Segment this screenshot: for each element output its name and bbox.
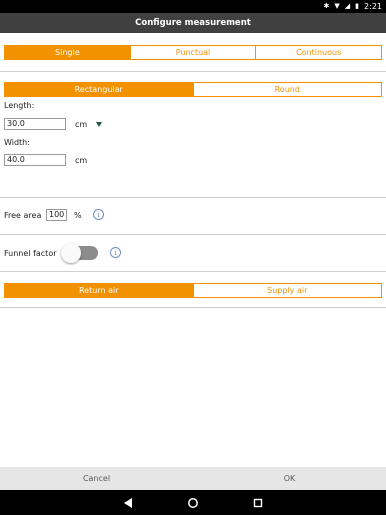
free-area-unit: %: [74, 211, 82, 220]
funnel-factor-info-icon[interactable]: i: [110, 247, 121, 258]
back-icon[interactable]: [121, 496, 135, 510]
ok-button[interactable]: OK: [193, 467, 386, 490]
recents-icon[interactable]: [251, 496, 265, 510]
free-area-info-icon[interactable]: i: [93, 209, 104, 220]
divider: [0, 71, 386, 72]
battery-icon: ▮: [355, 2, 360, 10]
funnel-factor-label: Funnel factor: [4, 249, 57, 258]
length-label: Length:: [4, 101, 35, 110]
home-icon[interactable]: [186, 496, 200, 510]
navigation-bar: [0, 490, 386, 515]
width-input[interactable]: 40.0: [4, 154, 66, 166]
free-area-label: Free area: [4, 211, 42, 220]
funnel-factor-toggle[interactable]: [61, 243, 98, 263]
wifi-icon: ▼: [334, 2, 340, 10]
mode-selector: Single Punctual Continuous: [4, 45, 382, 60]
free-area-input[interactable]: 100: [46, 209, 67, 221]
air-selector: Return air Supply air: [4, 283, 382, 298]
tab-continuous[interactable]: Continuous: [256, 46, 382, 59]
tab-return-air[interactable]: Return air: [5, 284, 194, 297]
width-unit: cm: [75, 156, 88, 165]
divider: [0, 271, 386, 272]
unit-dropdown-icon[interactable]: [96, 122, 102, 127]
bluetooth-icon: ✱: [323, 2, 330, 10]
app-bar: Configure measurement: [0, 13, 386, 33]
tab-single[interactable]: Single: [5, 46, 131, 59]
signal-icon: ◢: [344, 2, 351, 10]
shape-selector: Rectangular Round: [4, 82, 382, 97]
page-title: Configure measurement: [135, 18, 251, 28]
status-bar: ✱ ▼ ◢ ▮ 2:21: [0, 0, 386, 13]
divider: [0, 234, 386, 235]
divider: [0, 307, 386, 308]
tab-supply-air[interactable]: Supply air: [193, 284, 381, 297]
dialog-footer: Cancel OK: [0, 467, 386, 490]
status-time: 2:21: [364, 2, 382, 11]
toggle-thumb: [61, 243, 81, 263]
length-unit: cm: [75, 120, 88, 129]
width-label: Width:: [4, 138, 30, 147]
length-input[interactable]: 30.0: [4, 118, 66, 130]
divider: [0, 197, 386, 198]
tab-rectangular[interactable]: Rectangular: [5, 83, 194, 96]
tab-round[interactable]: Round: [193, 83, 381, 96]
tab-punctual[interactable]: Punctual: [130, 46, 257, 59]
cancel-button[interactable]: Cancel: [0, 467, 193, 490]
